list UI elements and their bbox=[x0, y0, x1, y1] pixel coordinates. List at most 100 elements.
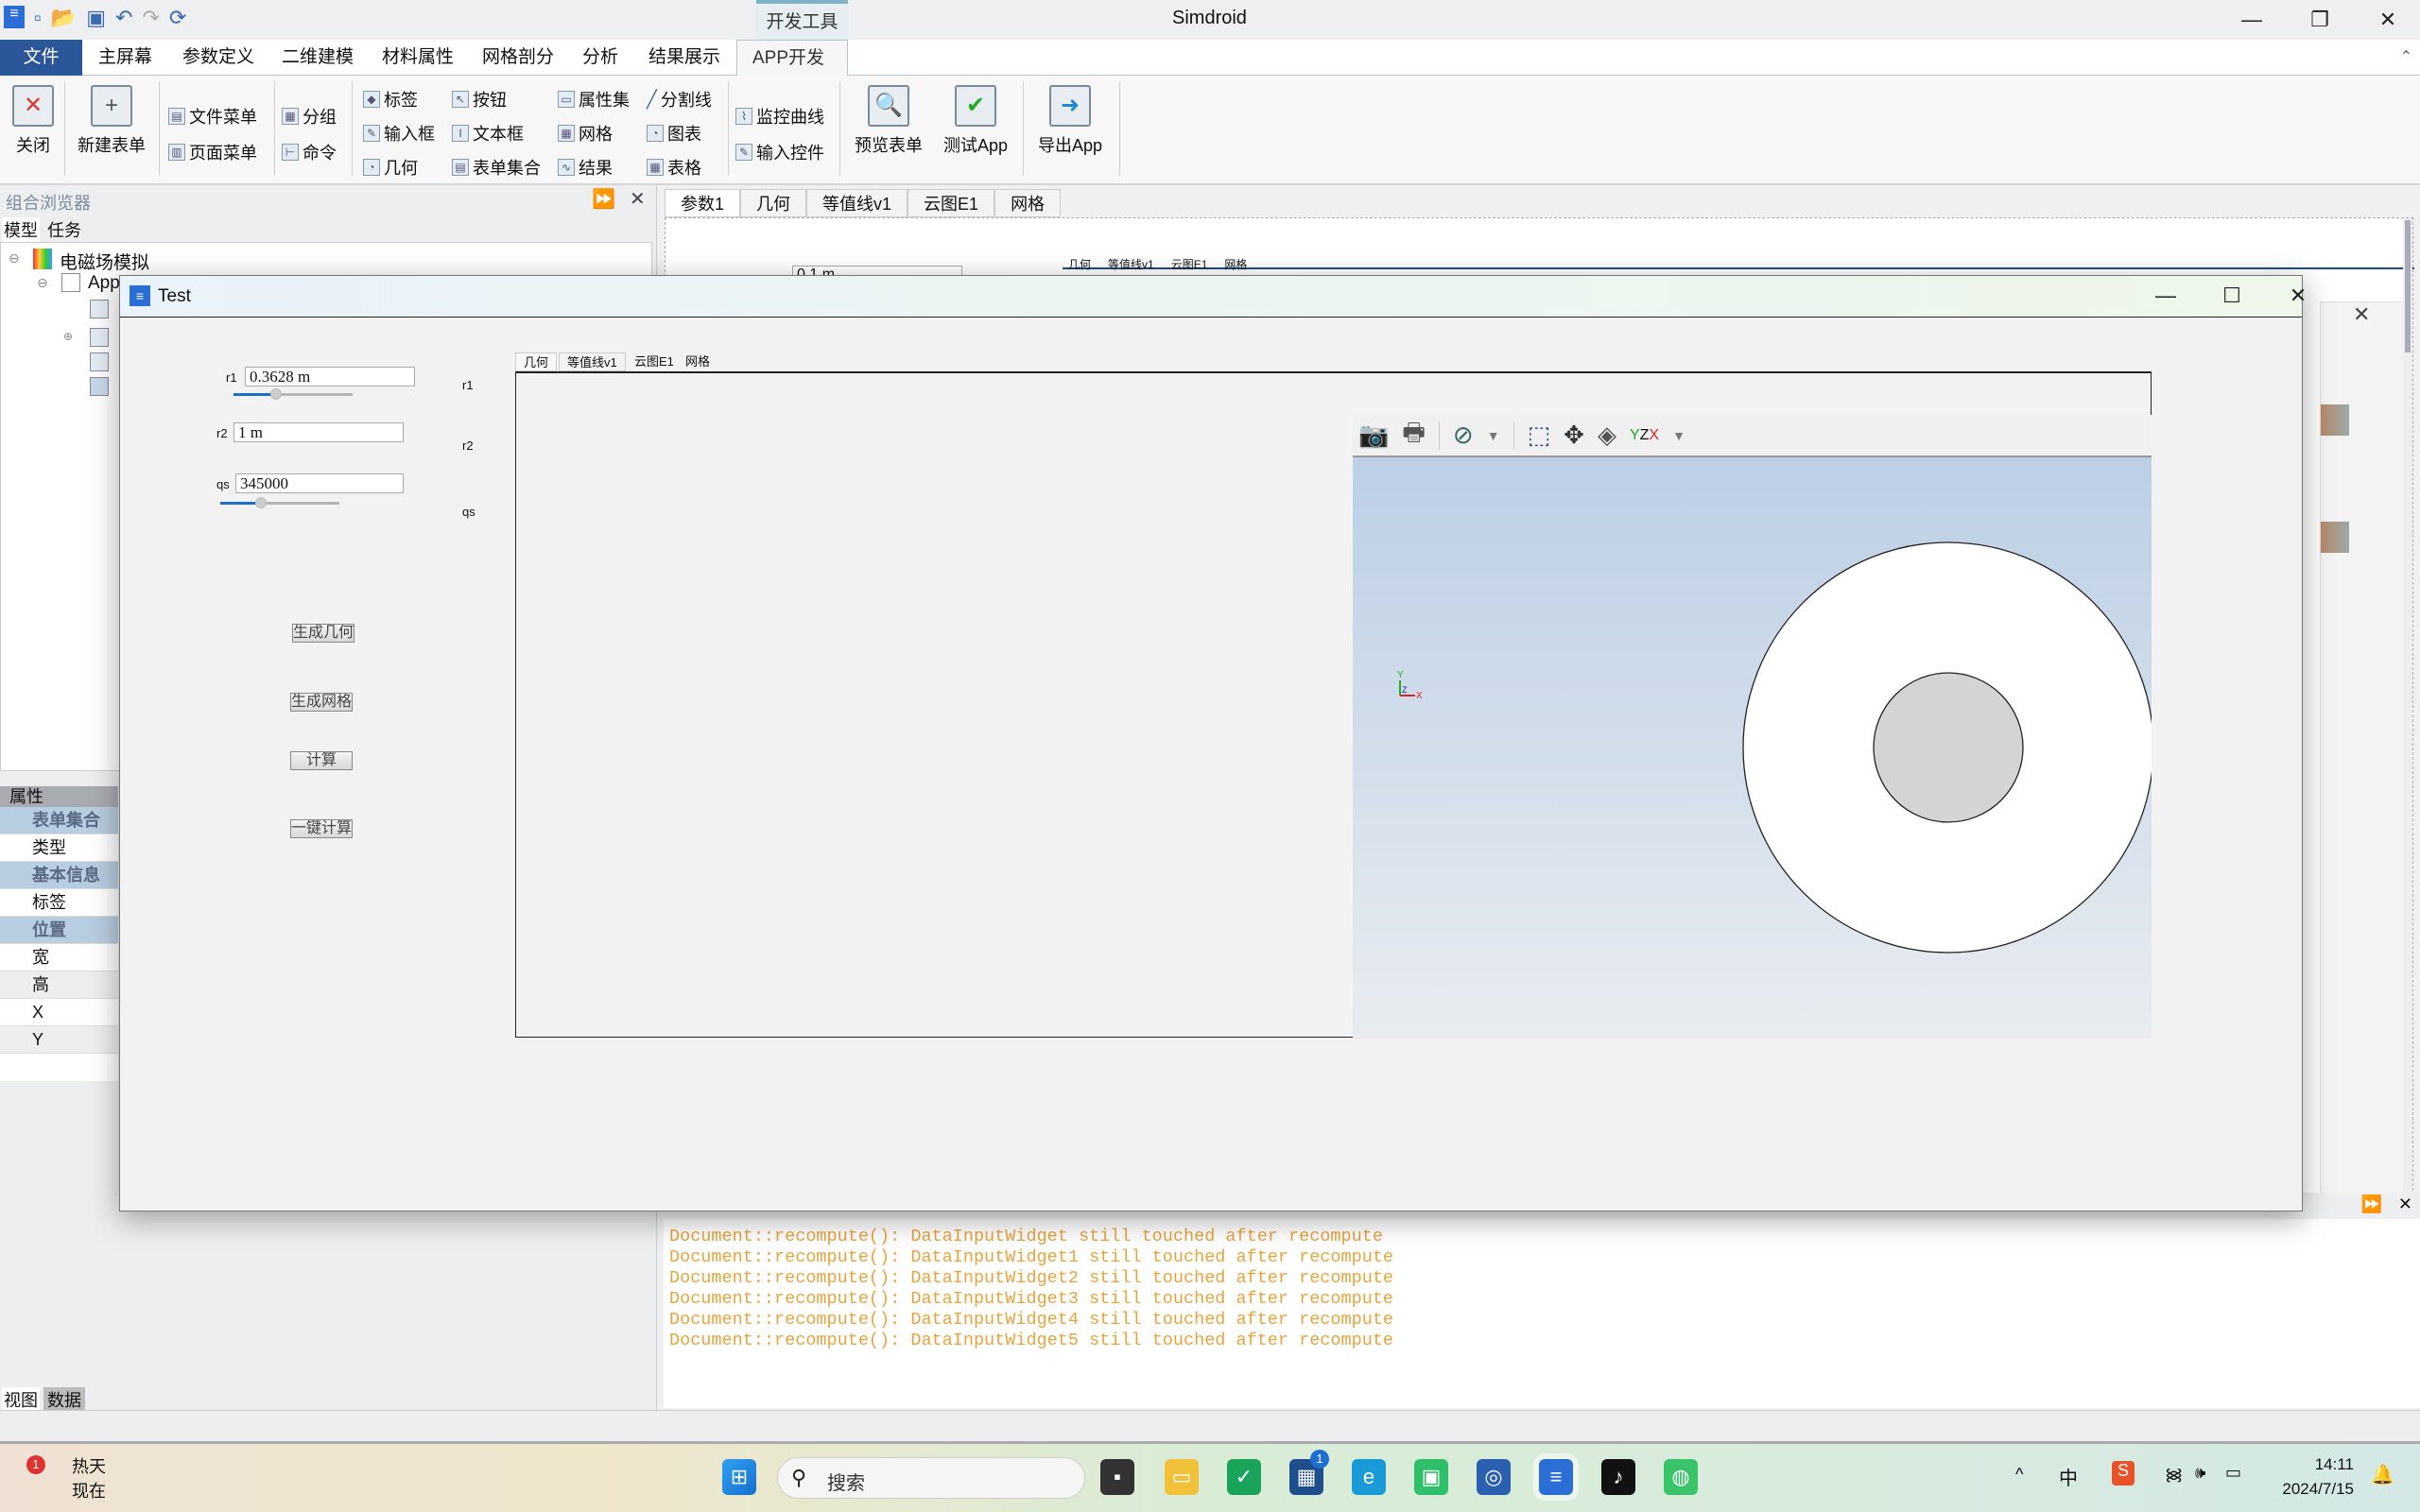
expand-icon[interactable]: ⊕ bbox=[63, 330, 73, 343]
one-click-compute-button[interactable]: 一键计算 bbox=[290, 819, 353, 838]
menu-material[interactable]: 材料属性 bbox=[367, 40, 469, 76]
group-icon[interactable] bbox=[90, 352, 109, 371]
divider-button[interactable]: ╱ 分割线 bbox=[647, 87, 712, 112]
input-control-button[interactable]: ✎ 输入控件 bbox=[735, 140, 824, 164]
taskview-icon[interactable]: ▪ bbox=[1100, 1459, 1134, 1495]
open-icon[interactable]: 📂 bbox=[51, 6, 77, 30]
tab-cloud[interactable]: 云图E1 bbox=[908, 189, 995, 217]
geometry-button[interactable]: ◔ 几何 bbox=[363, 155, 418, 180]
file-menu-button[interactable]: ▤ 文件菜单 bbox=[168, 104, 257, 129]
simdroid-taskbar-icon[interactable]: ≡ bbox=[1533, 1453, 1579, 1501]
wechat-work-icon[interactable]: ✓ bbox=[1227, 1459, 1261, 1495]
clock-date[interactable]: 2024/7/15 bbox=[2269, 1480, 2354, 1499]
form-icon[interactable] bbox=[90, 328, 109, 347]
sogou-ime-icon[interactable]: S bbox=[2112, 1461, 2135, 1486]
dropdown-arrow-icon[interactable]: ▼ bbox=[1487, 428, 1500, 443]
table-button[interactable]: ▦ 表格 bbox=[647, 155, 701, 180]
3d-viewport[interactable]: Y X Z bbox=[1353, 457, 2154, 1039]
r1-input[interactable]: 0.3628 m bbox=[245, 367, 415, 387]
mesh-button[interactable]: ▦ 网格 bbox=[558, 121, 613, 146]
qs-input[interactable]: 345000 bbox=[235, 473, 404, 493]
monitor-curve-button[interactable]: ⌇ 监控曲线 bbox=[735, 104, 824, 129]
print-icon[interactable]: 🖶 bbox=[1402, 415, 1426, 456]
weather-subtitle[interactable]: 现在 bbox=[72, 1478, 106, 1503]
tab-data[interactable]: 数据 bbox=[43, 1387, 85, 1412]
slider-handle[interactable] bbox=[254, 497, 267, 508]
property-set-button[interactable]: ▭ 属性集 bbox=[558, 87, 630, 112]
remote-desktop-icon[interactable]: ▣ bbox=[1414, 1459, 1448, 1495]
float-panel-icon[interactable]: ⏩ bbox=[592, 187, 615, 211]
vertical-scrollbar[interactable] bbox=[2403, 218, 2412, 1201]
pan-icon[interactable]: ✥ bbox=[1564, 421, 1584, 450]
preview-form-button[interactable]: 🔍 预览表单 bbox=[851, 85, 926, 157]
close-panel-icon[interactable]: ✕ bbox=[630, 187, 646, 211]
tab-mesh[interactable]: 网格 bbox=[994, 189, 1062, 217]
maximize-button[interactable]: ❐ bbox=[2291, 4, 2348, 36]
undo-icon[interactable]: ↶ bbox=[115, 6, 132, 30]
tab-contour[interactable]: 等值线v1 bbox=[806, 189, 908, 217]
inner-conductor-disk[interactable] bbox=[1873, 672, 2024, 823]
browser-icon[interactable]: ◎ bbox=[1477, 1459, 1511, 1495]
test-app-button[interactable]: ✔ 测试App bbox=[938, 85, 1013, 157]
collapse-ribbon-icon[interactable]: ⌃ bbox=[2400, 47, 2412, 66]
menu-parameters[interactable]: 参数定义 bbox=[167, 40, 269, 76]
prop-type[interactable]: 类型 bbox=[0, 834, 118, 862]
command-button[interactable]: ⊢ 命令 bbox=[282, 140, 337, 164]
tab-geometry[interactable]: 几何 bbox=[515, 352, 558, 371]
tab-cloud[interactable]: 云图E1 bbox=[627, 352, 682, 371]
camera-icon[interactable]: 📷 bbox=[1358, 421, 1389, 450]
tray-overflow-icon[interactable]: ^ bbox=[2015, 1465, 2023, 1485]
dialog-close-button[interactable]: ✕ bbox=[2270, 280, 2326, 312]
prop-height[interactable]: 高 bbox=[0, 971, 118, 999]
r1-slider[interactable] bbox=[233, 388, 353, 400]
collapse-icon[interactable]: ⊖ bbox=[37, 275, 48, 291]
tree-item-app[interactable]: App bbox=[88, 273, 120, 294]
prop-label[interactable]: 标签 bbox=[0, 889, 118, 917]
redo-icon[interactable]: ↷ bbox=[142, 6, 159, 30]
ime-indicator[interactable]: 中 bbox=[2059, 1463, 2078, 1490]
label-button[interactable]: ◆ 标签 bbox=[363, 87, 418, 112]
fit-all-icon[interactable]: ◈ bbox=[1598, 421, 1616, 450]
tab-mesh[interactable]: 网格 bbox=[678, 352, 718, 371]
close-button[interactable]: ✕ bbox=[2360, 4, 2416, 36]
dialog-minimize-button[interactable]: — bbox=[2137, 280, 2194, 312]
page-menu-button[interactable]: ▥ 页面菜单 bbox=[168, 140, 257, 164]
input-box-button[interactable]: ✎ 输入框 bbox=[363, 121, 435, 146]
file-explorer-icon[interactable]: ▭ bbox=[1165, 1459, 1199, 1495]
no-draw-icon[interactable]: ⊘ bbox=[1453, 421, 1474, 450]
tab-param1[interactable]: 参数1 bbox=[665, 189, 741, 217]
wechat-icon[interactable]: ◍ bbox=[1664, 1459, 1698, 1495]
menu-app-developer[interactable]: APP开发器 bbox=[736, 40, 848, 104]
new-form-button[interactable]: + 新建表单 bbox=[74, 85, 149, 157]
menu-2d-modeling[interactable]: 二维建模 bbox=[267, 40, 369, 76]
tab-model[interactable]: 模型 bbox=[2, 217, 40, 242]
menu-file[interactable]: 文件 bbox=[0, 40, 82, 76]
menu-results[interactable]: 结果展示 bbox=[633, 40, 735, 76]
r2-input[interactable]: 1 m bbox=[233, 422, 404, 442]
dialog-maximize-button[interactable]: ☐ bbox=[2204, 280, 2260, 312]
refresh-icon[interactable]: ⟳ bbox=[169, 6, 186, 30]
form-set-button[interactable]: ▤ 表单集合 bbox=[452, 155, 541, 180]
volume-icon[interactable]: 🕪 bbox=[2195, 1463, 2205, 1483]
group-button[interactable]: ▦ 分组 bbox=[282, 104, 337, 129]
edge-browser-icon[interactable]: e bbox=[1352, 1459, 1386, 1495]
start-button[interactable]: ⊞ bbox=[722, 1459, 756, 1495]
zoom-box-icon[interactable]: ⬚ bbox=[1528, 421, 1551, 450]
result-button[interactable]: ∿ 结果 bbox=[558, 155, 613, 180]
weather-title[interactable]: 热天 bbox=[72, 1453, 106, 1478]
chart-button[interactable]: ◔ 图表 bbox=[647, 121, 701, 146]
prop-x[interactable]: X bbox=[0, 999, 118, 1026]
tab-contour[interactable]: 等值线v1 bbox=[559, 352, 626, 371]
menu-analysis[interactable]: 分析 bbox=[567, 40, 633, 76]
notification-bell-icon[interactable]: 🔔 bbox=[2371, 1463, 2394, 1486]
tab-task[interactable]: 任务 bbox=[47, 217, 81, 242]
minimize-button[interactable]: — bbox=[2223, 4, 2280, 36]
dropdown-arrow-icon[interactable]: ▼ bbox=[1672, 428, 1685, 443]
prop-width[interactable]: 宽 bbox=[0, 944, 118, 971]
prop-y[interactable]: Y bbox=[0, 1026, 118, 1054]
save-icon[interactable]: ▣ bbox=[86, 6, 106, 30]
form-icon[interactable] bbox=[90, 300, 109, 318]
generate-mesh-button[interactable]: 生成网格 bbox=[290, 693, 353, 712]
search-box[interactable]: ⚲ 搜索 bbox=[777, 1457, 1085, 1499]
new-icon[interactable]: ▫ bbox=[34, 6, 42, 30]
